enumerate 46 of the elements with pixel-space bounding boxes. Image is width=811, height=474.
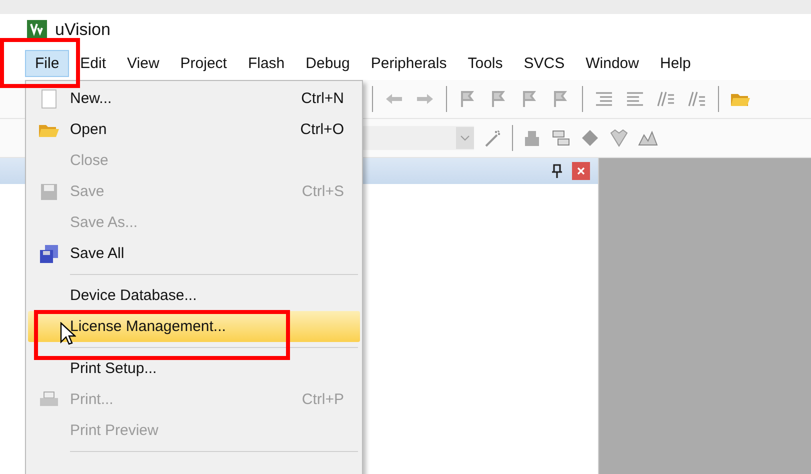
menu-entry-label: Save As... [70, 214, 139, 231]
shortcut-label: Ctrl+N [301, 90, 344, 107]
uncomment-icon[interactable] [687, 89, 707, 109]
menu-item[interactable]: Help [650, 50, 701, 76]
menu-entry[interactable]: Open Ctrl+O [28, 114, 360, 145]
pin-icon[interactable] [552, 164, 562, 178]
menu-item[interactable]: SVCS [514, 50, 575, 76]
menu-entry-label: Print... [70, 391, 114, 408]
menu-item[interactable]: Peripherals [360, 50, 457, 76]
close-icon [577, 167, 585, 175]
shortcut-label: Ctrl+O [300, 121, 344, 138]
menu-entry-label: License Management... [70, 318, 227, 335]
document-icon [40, 88, 58, 108]
menu-entry[interactable]: Print Setup... [28, 353, 360, 384]
windows-icon[interactable] [551, 128, 571, 148]
menu-entry-label: Device Database... [70, 287, 198, 304]
diamond-icon[interactable] [580, 128, 600, 148]
funnel-icon[interactable] [609, 128, 629, 148]
menu-entry-label: Open [70, 121, 108, 138]
menu-entry[interactable]: Save All [28, 238, 360, 269]
menu-item[interactable]: Window [576, 50, 649, 76]
comment-icon[interactable] [656, 89, 676, 109]
floppy-disks-icon [39, 244, 59, 264]
menu-entry-label: Close [70, 152, 110, 169]
menu-entry-label: Print Preview [70, 422, 160, 439]
menu-entry-label: New... [70, 90, 113, 107]
magic-wand-icon[interactable] [483, 128, 503, 148]
menu-item[interactable]: Debug [296, 50, 360, 76]
building-icon[interactable] [522, 128, 542, 148]
menu-item[interactable]: Edit [70, 50, 116, 76]
shortcut-label: Ctrl+P [302, 391, 344, 408]
menu-item[interactable]: Flash [238, 50, 295, 76]
menu-item[interactable]: View [117, 50, 170, 76]
menu-entry-label: Save [70, 183, 106, 200]
app-logo-icon [27, 20, 47, 40]
menu-entry-label: Save All [70, 245, 126, 262]
target-dropdown[interactable] [362, 126, 474, 150]
close-button[interactable] [572, 162, 590, 180]
menu-item[interactable]: File [25, 50, 70, 76]
menu-entry[interactable]: Device Database... [28, 280, 360, 311]
menu-item[interactable]: Tools [458, 50, 513, 76]
printer-icon [39, 390, 59, 408]
shortcut-label: Ctrl+S [302, 183, 344, 200]
menu-item[interactable]: Project [170, 50, 237, 76]
menu-entry-label: Print Setup... [70, 360, 158, 377]
window-title: uVision [55, 20, 110, 40]
